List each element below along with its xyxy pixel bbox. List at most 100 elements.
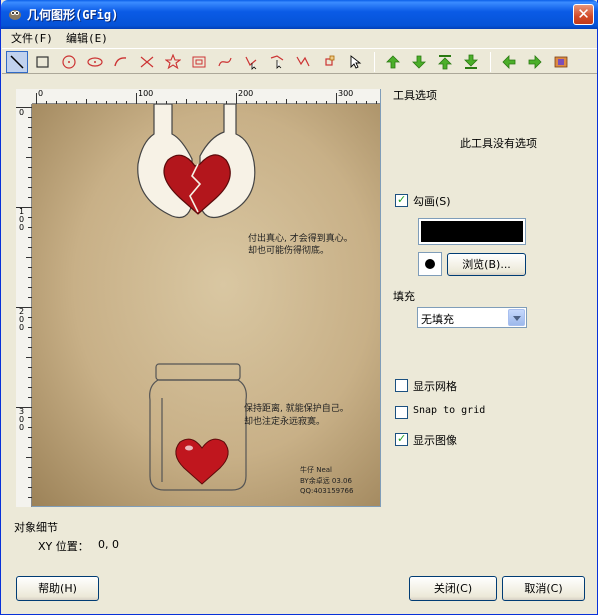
bezier-tool-button[interactable]: [214, 51, 236, 73]
arc-icon: [114, 57, 127, 67]
close-window-button[interactable]: ✕: [573, 4, 594, 25]
brush-preview[interactable]: [418, 252, 442, 276]
ellipse-icon: [87, 57, 103, 67]
vertical-ruler-ticks: [16, 107, 32, 498]
line-tool-button[interactable]: [6, 51, 28, 73]
chevron-down-icon[interactable]: [508, 309, 525, 326]
browse-button[interactable]: 浏览(B)...: [447, 253, 526, 276]
horizontal-ruler-ticks: [36, 93, 377, 104]
arc-tool-button[interactable]: [110, 51, 132, 73]
toolbar: [2, 48, 597, 74]
raise-to-top-icon: [438, 55, 452, 70]
xy-position-label: XY 位置：: [38, 540, 89, 553]
horizontal-ruler: 0 100 200 300: [32, 89, 380, 104]
menu-file[interactable]: 文件(F): [11, 30, 53, 46]
ruler-v-label-0: 0: [19, 108, 25, 117]
gimp-app-icon: [9, 10, 21, 20]
next-object-icon: [528, 55, 542, 69]
tool-options-title: 工具选项: [393, 89, 437, 102]
lower-icon: [412, 55, 426, 69]
ruler-corner: [16, 89, 32, 104]
ruler-h-label-100: 100: [138, 89, 154, 98]
rectangle-icon: [36, 56, 49, 68]
show-grid-label[interactable]: 显示网格: [413, 378, 457, 394]
quote-2-line-2: 却也注定永远寂寞。: [244, 417, 326, 427]
move-point-icon: [270, 55, 284, 69]
line-icon: [10, 55, 24, 69]
bezier-icon: [218, 57, 232, 67]
stroke-label[interactable]: 勾画(S): [413, 193, 451, 209]
fill-label: 填充: [393, 290, 415, 303]
spiral-icon: [192, 56, 206, 68]
circle-icon: [62, 55, 76, 69]
title-bar[interactable]: 几何图形(GFig) ✕: [1, 0, 598, 29]
copy-object-icon: [296, 56, 310, 67]
select-object-tool-button[interactable]: [344, 51, 366, 73]
drawing-canvas[interactable]: 付出真心, 才会得到真心。 却也可能伤得彻底。 保持距离, 就能保护自己。 却也…: [32, 104, 380, 506]
stroke-color-button[interactable]: [418, 218, 526, 245]
stroke-color-fill: [421, 221, 523, 242]
raise-button[interactable]: [382, 51, 404, 73]
signature-line-1: 牛仔 Neal: [300, 466, 333, 474]
delete-object-tool-button[interactable]: [318, 51, 340, 73]
fill-select-value: 无填充: [421, 313, 454, 326]
check-icon: ✓: [397, 432, 407, 445]
show-all-objects-icon: [554, 56, 568, 68]
help-button[interactable]: 帮助(H): [16, 576, 99, 601]
move-object-icon: [245, 56, 257, 70]
menu-edit[interactable]: 编辑(E): [66, 30, 108, 46]
background-image: [137, 104, 256, 491]
quote-1-line-2: 却也可能伤得彻底。: [248, 246, 330, 256]
raise-icon: [386, 55, 400, 69]
ellipse-tool-button[interactable]: [84, 51, 106, 73]
lower-button[interactable]: [408, 51, 430, 73]
star-tool-button[interactable]: [162, 51, 184, 73]
no-options-text: 此工具没有选项: [460, 137, 537, 150]
window-title: 几何图形(GFig): [27, 8, 119, 22]
lower-to-bottom-icon: [464, 54, 478, 69]
next-object-button[interactable]: [524, 51, 546, 73]
toolbar-separator: [374, 52, 375, 72]
brush-dot-icon: [425, 259, 435, 269]
spiral-tool-button[interactable]: [188, 51, 210, 73]
show-grid-checkbox[interactable]: [395, 379, 408, 392]
stroke-checkbox[interactable]: ✓: [395, 193, 408, 207]
select-object-icon: [350, 55, 362, 69]
snap-to-grid-label[interactable]: Snap to grid: [413, 405, 485, 416]
ruler-h-label-300: 300: [338, 89, 354, 98]
move-point-tool-button[interactable]: [266, 51, 288, 73]
polygon-icon: [140, 56, 154, 68]
ruler-v-label-300: 300: [19, 407, 25, 432]
snap-to-grid-checkbox[interactable]: [395, 406, 408, 419]
polygon-tool-button[interactable]: [136, 51, 158, 73]
show-image-checkbox[interactable]: ✓: [395, 432, 408, 446]
object-details-title: 对象细节: [14, 521, 58, 534]
copy-object-tool-button[interactable]: [292, 51, 314, 73]
lower-to-bottom-button[interactable]: [460, 51, 482, 73]
show-image-label[interactable]: 显示图像: [413, 432, 457, 448]
close-button[interactable]: 关闭(C): [409, 576, 497, 601]
circle-tool-button[interactable]: [58, 51, 80, 73]
prev-object-button[interactable]: [498, 51, 520, 73]
vertical-ruler: 0 100 200 300: [16, 104, 32, 507]
xy-position-value: 0, 0: [98, 538, 119, 551]
signature-line-2: BY余卓远 03.06: [300, 477, 352, 485]
rectangle-tool-button[interactable]: [32, 51, 54, 73]
delete-object-icon: [325, 55, 335, 66]
star-icon: [165, 54, 181, 70]
show-all-objects-button[interactable]: [550, 51, 572, 73]
fill-select[interactable]: 无填充: [417, 307, 527, 328]
quote-2-line-1: 保持距离, 就能保护自己。: [244, 404, 349, 414]
ruler-h-label-0: 0: [38, 89, 44, 98]
raise-to-top-button[interactable]: [434, 51, 456, 73]
check-icon: ✓: [397, 193, 407, 206]
ruler-v-label-100: 100: [19, 207, 25, 232]
cancel-button[interactable]: 取消(C): [502, 576, 585, 601]
toolbar-separator: [490, 52, 491, 72]
gfig-dialog-window: 几何图形(GFig) ✕ 文件(F) 编辑(E) 0 100 200 300 0…: [0, 0, 598, 615]
move-object-tool-button[interactable]: [240, 51, 262, 73]
menu-bar: 文件(F) 编辑(E): [2, 29, 597, 47]
ruler-v-label-200: 200: [19, 307, 25, 332]
prev-object-icon: [502, 55, 516, 69]
ruler-h-label-200: 200: [238, 89, 254, 98]
